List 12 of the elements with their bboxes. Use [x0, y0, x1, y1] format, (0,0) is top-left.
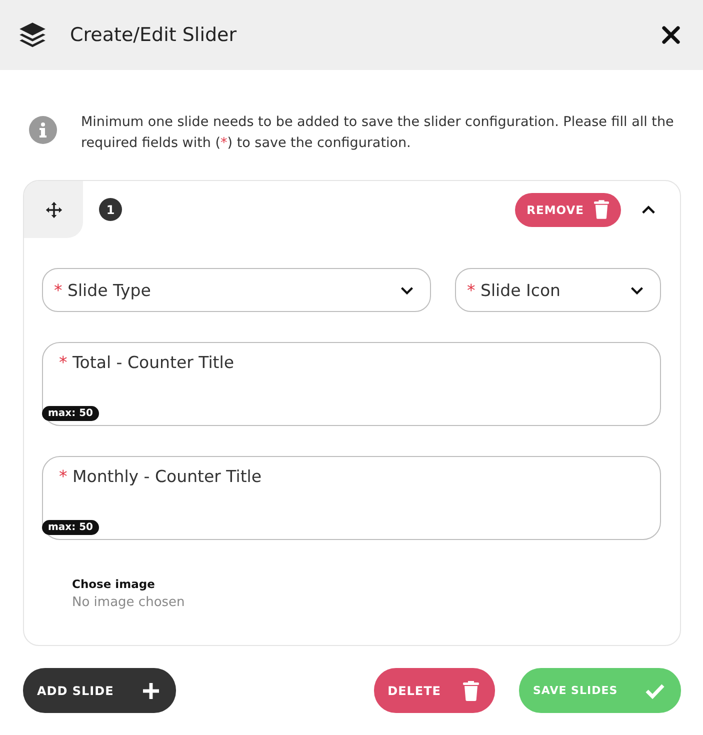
character-limit-badge: max: 50 — [42, 520, 100, 535]
delete-button[interactable]: DELETE — [374, 668, 495, 713]
select-field[interactable]: * Slide Type — [42, 268, 431, 312]
add-slide-button[interactable]: ADD SLIDE — [23, 668, 176, 713]
slide-number: 1 — [99, 198, 122, 221]
remove-button[interactable]: REMOVE — [514, 192, 621, 226]
image-label: Chose image — [72, 577, 156, 591]
image-status: No image chosen — [72, 595, 186, 610]
info-message: Minimum one slide needs to be added to save the slider configuration. Please fill all the required fields with (*) to save the configuration. — [81, 113, 675, 153]
character-limit-badge: max: 50 — [42, 406, 100, 421]
select-field[interactable]: * Slide Icon — [455, 268, 661, 312]
dialog-title: Create/Edit Slider — [70, 24, 238, 46]
